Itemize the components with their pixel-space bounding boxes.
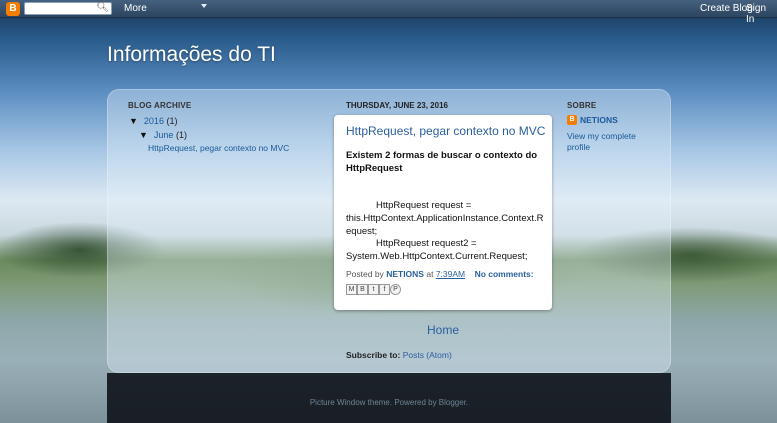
post-code-line: this.HttpContext.ApplicationInstance.Con…	[346, 213, 544, 237]
post-time-link[interactable]: 7:39AM	[436, 269, 465, 279]
blog-title[interactable]: Informações do TI	[107, 43, 276, 67]
email-share-icon[interactable]: M	[346, 284, 357, 295]
blogthis-share-icon[interactable]: B	[357, 284, 368, 295]
subscribe-label: Subscribe to:	[346, 350, 401, 360]
home-link[interactable]: Home	[427, 323, 459, 337]
profile-name-link[interactable]: NETIONS	[580, 115, 618, 125]
archive-month-row[interactable]: ▼ June (1)	[139, 130, 187, 140]
search-icon[interactable]: 🔍︎	[96, 2, 109, 13]
blogger-navbar: B 🔍︎ More Create Blog Sign In	[0, 0, 777, 25]
more-menu-button[interactable]: More	[124, 3, 147, 14]
at-label: at	[426, 269, 434, 279]
twitter-share-icon[interactable]: t	[368, 284, 379, 295]
archive-year-row[interactable]: ▼ 2016 (1)	[129, 116, 177, 126]
sign-in-link[interactable]: Sign In	[746, 3, 777, 25]
date-header: THURSDAY, JUNE 23, 2016	[346, 101, 448, 110]
archive-month-count: (1)	[175, 130, 187, 140]
chevron-down-icon[interactable]	[201, 4, 207, 8]
blogger-profile-icon: B	[567, 115, 577, 125]
blog-post: HttpRequest, pegar contexto no MVC Exist…	[334, 115, 552, 310]
share-bar: M B t f P	[346, 284, 401, 296]
archive-year-count: (1)	[166, 116, 178, 126]
create-blog-link[interactable]: Create Blog	[700, 3, 753, 14]
archive-month-link[interactable]: June	[154, 130, 174, 140]
footer: Picture Window theme. Powered by Blogger…	[107, 373, 671, 423]
collapse-arrow-icon[interactable]: ▼	[129, 116, 138, 126]
post-title[interactable]: HttpRequest, pegar contexto no MVC	[346, 124, 545, 138]
post-footer: Posted by NETIONS at 7:39AM No comments:	[346, 269, 534, 279]
archive-year-link[interactable]: 2016	[144, 116, 164, 126]
facebook-share-icon[interactable]: f	[379, 284, 390, 295]
archive-post-link[interactable]: HttpRequest, pegar contexto no MVC	[148, 143, 289, 153]
about-heading: SOBRE	[567, 101, 597, 110]
collapse-arrow-icon[interactable]: ▼	[139, 130, 148, 140]
comments-link[interactable]: No comments:	[475, 269, 534, 279]
pinterest-share-icon[interactable]: P	[390, 284, 401, 295]
blog-archive-heading: BLOG ARCHIVE	[128, 101, 192, 110]
post-intro: Existem 2 formas de buscar o contexto do…	[346, 150, 538, 174]
view-profile-link[interactable]: View my complete profile	[567, 131, 657, 153]
posted-by-label: Posted by	[346, 269, 384, 279]
author-link[interactable]: NETIONS	[386, 269, 424, 279]
post-code-line: HttpRequest request =	[376, 200, 472, 211]
search-input[interactable]: 🔍︎	[24, 2, 112, 15]
footer-attribution: Picture Window theme. Powered by Blogger…	[309, 398, 469, 407]
post-code-line: System.Web.HttpContext.Current.Request;	[346, 251, 528, 262]
subscribe-line: Subscribe to: Posts (Atom)	[346, 350, 452, 360]
subscribe-atom-link[interactable]: Posts (Atom)	[403, 350, 452, 360]
post-code-line: HttpRequest request2 =	[376, 238, 477, 249]
blogger-logo-icon[interactable]: B	[6, 2, 20, 16]
